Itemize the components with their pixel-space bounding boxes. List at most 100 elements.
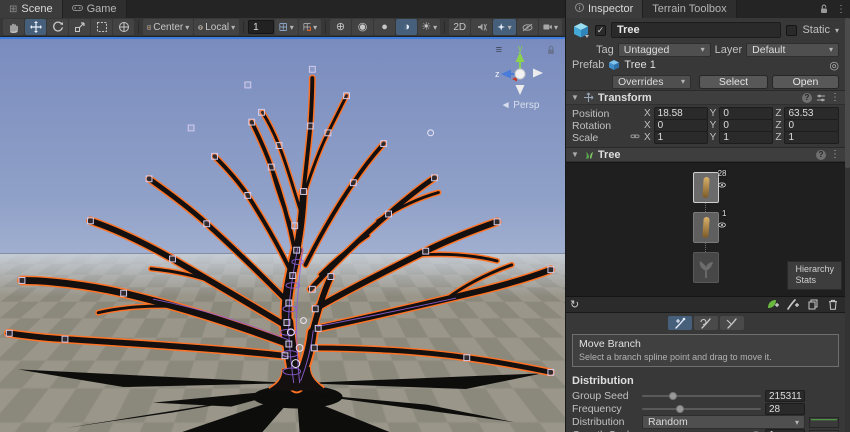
orientation-gizmo[interactable]: y z ◄ Persp (483, 43, 557, 111)
duplicate-node-button[interactable] (805, 298, 821, 311)
transform-help-icon[interactable]: ? (802, 93, 812, 103)
tree-hierarchy-panel[interactable]: 28 1 (566, 162, 845, 297)
tree-root-node[interactable] (693, 252, 719, 283)
scene-tabbar-spacer (127, 0, 565, 18)
grid-snap-button[interactable]: ▾ (275, 19, 297, 35)
node-visibility-eye-icon[interactable] (718, 219, 726, 231)
distribution-curve-preview[interactable] (809, 417, 839, 428)
transform-header[interactable]: ▼ Transform ? ⋮ (566, 90, 845, 105)
frequency-row: Frequency 28 (566, 403, 845, 415)
tree-menu-icon[interactable]: ⋮ (830, 149, 840, 160)
branch-group-node[interactable]: 1 (693, 212, 719, 243)
lighting-dropdown-arrow: ▾ (433, 23, 437, 32)
group-seed-value[interactable]: 215311 (765, 390, 805, 402)
scene-viewport[interactable]: ≡ y z ◄ Persp (0, 37, 565, 432)
scale-y-field[interactable]: 1 (719, 131, 773, 144)
grid-size-field[interactable]: 1 (248, 20, 274, 34)
tool-title: Move Branch (579, 338, 832, 350)
tree-foldout-icon[interactable]: ▼ (571, 150, 579, 159)
rotate-branch-tool-button[interactable] (694, 316, 718, 330)
scene-tab-icon: ⊞ (9, 4, 17, 15)
prefab-cube-icon (608, 59, 620, 71)
gizmo-y-label: y (518, 43, 523, 53)
space-mode-dropdown[interactable]: Local ▾ (194, 19, 239, 35)
select-button[interactable]: Select (699, 75, 768, 89)
camera-dropdown-arrow: ▾ (554, 23, 558, 32)
inspector-lock-icon[interactable] (816, 0, 832, 18)
tree-component-title: Tree (598, 149, 621, 161)
rect-tool-button[interactable] (91, 19, 112, 35)
scale-tool-button[interactable] (69, 19, 90, 35)
tree-component-header[interactable]: ▼ Tree ? ⋮ (566, 147, 845, 162)
draw-mode-shaded-button[interactable]: ● (374, 19, 395, 35)
light-icon: ☀ (421, 22, 431, 33)
camera-settings-button[interactable]: ▾ (539, 19, 562, 35)
add-branch-group-button[interactable] (785, 298, 801, 311)
scale-x-field[interactable]: 1 (654, 131, 708, 144)
transform-menu-icon[interactable]: ⋮ (830, 92, 840, 103)
hidden-objects-button[interactable] (517, 19, 538, 35)
prefab-picker-icon[interactable]: ◎ (829, 59, 839, 72)
refresh-icon[interactable]: ↻ (570, 298, 579, 311)
camera-icon (543, 23, 552, 31)
tab-terrain-toolbox[interactable]: Terrain Toolbox (643, 0, 736, 18)
prefab-label: Prefab (572, 59, 604, 71)
layer-dropdown[interactable]: Default▾ (746, 43, 839, 57)
distribution-dropdown[interactable]: Random▾ (642, 415, 805, 429)
tab-game[interactable]: Game (63, 0, 127, 18)
frequency-value[interactable]: 28 (765, 403, 805, 415)
frequency-slider[interactable] (642, 403, 761, 415)
tool-description: Select a branch spline point and drag to… (579, 352, 832, 362)
gameobject-cube-icon[interactable] (572, 21, 590, 39)
gizmo-down-axis[interactable] (516, 85, 525, 95)
delete-node-button[interactable] (825, 298, 841, 311)
node-visibility-eye-icon[interactable] (718, 179, 726, 191)
gizmo-x-axis[interactable] (533, 69, 543, 78)
pivot-mode-label: Center (153, 22, 183, 33)
branch-group-node-selected[interactable]: 28 (693, 172, 719, 203)
lighting-toggle-button[interactable]: ☀ ▾ (418, 19, 440, 35)
transform-foldout-icon[interactable]: ▼ (571, 93, 579, 102)
hand-tool-button[interactable] (3, 19, 24, 35)
inspector-scrollbar-thumb[interactable] (845, 18, 850, 168)
move-branch-tool-button[interactable] (668, 316, 692, 330)
static-dropdown-arrow[interactable]: ▾ (835, 26, 839, 35)
gizmo-y-axis[interactable] (516, 52, 525, 62)
add-leaf-group-button[interactable] (765, 298, 781, 311)
tab-scene[interactable]: ⊞ Scene (0, 0, 63, 18)
transform-presets-icon[interactable] (816, 93, 826, 103)
tag-dropdown[interactable]: Untagged▾ (618, 43, 711, 57)
overrides-dropdown[interactable]: Overrides▾ (612, 75, 691, 89)
prefab-name[interactable]: Tree 1 (624, 59, 655, 71)
static-checkbox[interactable] (786, 25, 797, 36)
active-checkbox[interactable]: ✓ (595, 25, 606, 36)
inspector-menu-icon[interactable]: ⋮ (832, 0, 850, 18)
scale-z-field[interactable]: 1 (784, 131, 839, 144)
tab-inspector[interactable]: Inspector (566, 0, 643, 18)
hierarchy-stats-box[interactable]: Hierarchy Stats (787, 261, 842, 290)
projection-label[interactable]: ◄ Persp (483, 100, 557, 111)
space-mode-label: Local (205, 22, 229, 33)
speaker-icon (477, 22, 487, 32)
open-button[interactable]: Open (772, 75, 839, 89)
tree-object[interactable] (0, 39, 565, 432)
audio-toggle-button[interactable] (471, 19, 492, 35)
draw-mode-textured-button[interactable]: ⊕ (330, 19, 351, 35)
transform-tool-button[interactable] (113, 19, 134, 35)
gizmo-center-cube[interactable] (515, 69, 525, 79)
rotate-tool-button[interactable] (47, 19, 68, 35)
gizmo-z-axis[interactable] (501, 70, 511, 79)
move-tool-button[interactable] (25, 19, 46, 35)
scale-row: Scale X 1 Y 1 Z 1 (566, 132, 845, 143)
freehand-branch-tool-button[interactable] (720, 316, 744, 330)
gameobject-name-field[interactable]: Tree (611, 22, 781, 38)
2d-mode-button[interactable]: 2D (449, 19, 470, 35)
effects-toggle-button[interactable]: ▾ (493, 19, 515, 35)
increment-snap-button[interactable]: ▾ (299, 19, 321, 35)
pivot-mode-dropdown[interactable]: Center ▾ (143, 19, 193, 35)
group-seed-slider[interactable] (642, 390, 761, 402)
tree-help-icon[interactable]: ? (816, 150, 826, 160)
draw-mode-wireframe-button[interactable]: ◉ (352, 19, 373, 35)
scale-link-icon[interactable] (630, 131, 642, 144)
draw-mode-shadedwire-button[interactable]: ◑ (396, 19, 417, 35)
